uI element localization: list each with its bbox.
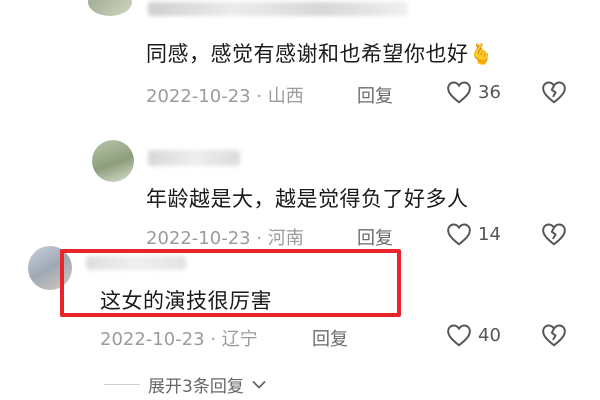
chevron-down-icon [252,380,266,388]
comment-text: 年龄越是大，越是觉得负了好多人 [146,187,469,211]
meta-separator: · [256,228,268,249]
dislike-button[interactable] [541,80,567,108]
reply-button[interactable]: 回复 [357,224,393,250]
like-button[interactable]: 40 [446,323,501,347]
comment-text: 这女的演技很厉害 [100,289,272,313]
comment-location: 河南 [267,228,304,249]
comment-location: 山西 [267,86,304,107]
broken-heart-icon [542,223,566,246]
comment-meta: 2022-10-23 · 山西 [146,82,304,108]
dislike-button[interactable] [541,323,567,351]
reply-button[interactable]: 回复 [312,325,348,351]
username-blurred[interactable] [148,2,408,16]
comment-date: 2022-10-23 [146,86,251,107]
heart-icon [447,223,471,246]
comment-meta: 2022-10-23 · 辽宁 [100,325,258,351]
comment-text-body: 同感，感觉有感谢和也希望你也好 [146,42,469,66]
like-button[interactable]: 36 [446,80,501,104]
broken-heart-icon [542,324,566,347]
comment-date: 2022-10-23 [100,329,205,350]
finger-heart-emoji-icon: 🫰 [468,42,494,66]
meta-separator: · [210,329,222,350]
broken-heart-icon [542,81,566,104]
divider-line [104,384,140,385]
reply-button[interactable]: 回复 [357,82,393,108]
like-button[interactable]: 14 [446,222,501,246]
like-count: 36 [478,81,501,103]
avatar[interactable] [88,0,132,16]
comment-meta: 2022-10-23 · 河南 [146,224,304,250]
comment-date: 2022-10-23 [146,228,251,249]
dislike-button[interactable] [541,222,567,250]
expand-replies-label: 展开3条回复 [148,377,244,397]
username-blurred[interactable] [148,150,240,166]
expand-replies-button[interactable]: 展开3条回复 [104,372,266,397]
meta-separator: · [256,86,268,107]
like-count: 14 [478,223,501,245]
heart-icon [447,81,471,104]
like-count: 40 [478,324,501,346]
comment-location: 辽宁 [221,329,258,350]
heart-icon [447,324,471,347]
avatar[interactable] [92,140,134,182]
comment-text: 同感，感觉有感谢和也希望你也好🫰 [146,38,494,68]
